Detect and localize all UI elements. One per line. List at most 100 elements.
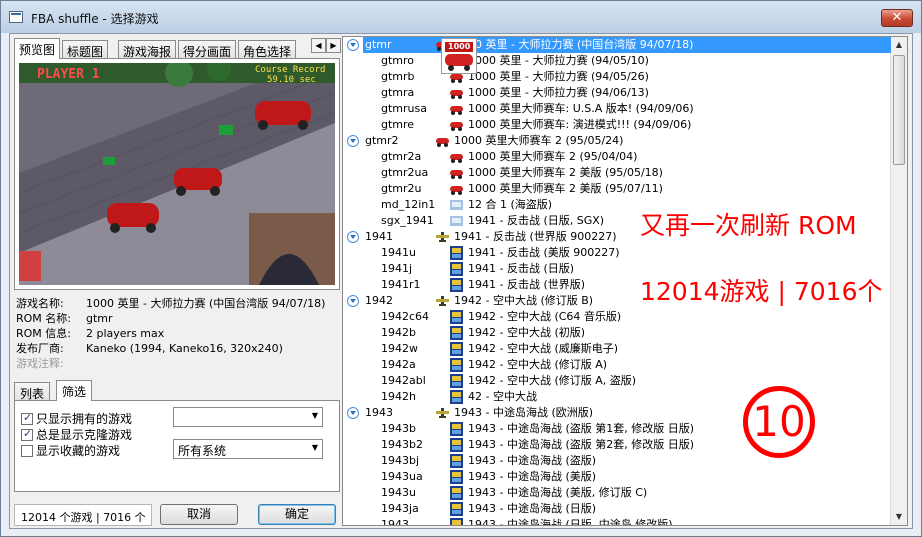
game-title: 1000 英里 - 大师拉力赛 (94/05/10) xyxy=(468,54,649,67)
tree-row[interactable]: 1943bj 1943 - 中途岛海战 (盗版) xyxy=(343,453,891,469)
cancel-button[interactable]: 取消 xyxy=(160,504,238,525)
race-car-icon xyxy=(449,86,464,100)
rom-id: gtmr2u xyxy=(381,182,422,195)
poster-icon xyxy=(449,438,464,452)
title-bar[interactable]: FBA shuffle - 选择游戏 ✕ xyxy=(1,1,921,33)
tree-row[interactable]: gtmr2u 1000 英里大师赛车 2 美版 (95/07/11) xyxy=(343,181,891,197)
game-title: 1941 - 反击战 (日版) xyxy=(468,262,575,275)
tab-score-screen[interactable]: 得分画面 xyxy=(178,40,237,59)
rom-id: 1942w xyxy=(381,342,418,355)
scroll-thumb[interactable] xyxy=(893,55,905,165)
preview-course-text: Course Record xyxy=(255,65,326,75)
game-title: 1942 - 空中大战 (修订版 A, 盗版) xyxy=(468,374,637,387)
tree-row[interactable]: 1942b 1942 - 空中大战 (初版) xyxy=(343,325,891,341)
info-rominfo-label: ROM 信息: xyxy=(16,327,71,340)
ok-button[interactable]: 确定 xyxy=(258,504,336,525)
tree-row[interactable]: 1943u 1943 - 中途岛海战 (美版, 修订版 C) xyxy=(343,485,891,501)
tab-preview[interactable]: 预览图 xyxy=(14,38,61,59)
game-title: 1941 - 反击战 (日版, SGX) xyxy=(468,214,605,227)
game-title: 1000 英里 - 大师拉力赛 (94/06/13) xyxy=(468,86,649,99)
close-button[interactable]: ✕ xyxy=(881,9,913,27)
preview-illustration xyxy=(19,63,335,285)
tree-row[interactable]: 1942c64 1942 - 空中大战 (C64 音乐版) xyxy=(343,309,891,325)
race-car-icon xyxy=(435,134,450,148)
selected-game-icon-label: 1000 xyxy=(448,42,471,51)
vertical-scrollbar[interactable]: ▲ ▼ xyxy=(890,37,907,525)
race-car-icon xyxy=(449,166,464,180)
cartridge-icon xyxy=(449,198,464,212)
plane-icon xyxy=(435,294,450,308)
expand-toggle-icon[interactable] xyxy=(347,135,359,147)
game-title: 1942 - 空中大战 (初版) xyxy=(468,326,586,339)
tree-row[interactable]: gtmr2a 1000 英里大师赛车 2 (95/04/04) xyxy=(343,149,891,165)
rom-id: gtmre xyxy=(381,118,415,131)
info-name-value: 1000 英里 - 大师拉力赛 (中国台湾版 94/07/18) xyxy=(86,297,326,310)
expand-toggle-icon[interactable] xyxy=(347,39,359,51)
tree-row[interactable]: 1942abl 1942 - 空中大战 (修订版 A, 盗版) xyxy=(343,373,891,389)
rom-id: md_12in1 xyxy=(381,198,436,211)
tree-row[interactable]: gtmrb 1000 英里 - 大师拉力赛 (94/05/26) xyxy=(343,69,891,85)
tree-row[interactable]: gtmr2 1000 英里大师赛车 2 (95/05/24) xyxy=(343,133,891,149)
expand-toggle-icon[interactable] xyxy=(347,295,359,307)
rom-id: 1943ja xyxy=(381,502,419,515)
race-car-icon xyxy=(449,118,464,132)
rom-id: gtmr xyxy=(365,38,392,51)
show-clones-row[interactable]: 总是显示克隆游戏 xyxy=(21,426,133,442)
expand-toggle-icon[interactable] xyxy=(347,407,359,419)
overlay-caption-2: 12014游戏 | 7016个 xyxy=(640,277,883,306)
game-preview-image: PLAYER 1 Course Record 59.10 sec xyxy=(19,63,335,285)
game-title: 1000 英里大师赛车 2 (95/05/24) xyxy=(454,134,624,147)
expand-toggle-icon[interactable] xyxy=(347,231,359,243)
rom-id: 1943bj xyxy=(381,454,420,467)
only-owned-checkbox[interactable] xyxy=(21,411,33,425)
tree-row[interactable]: gtmre 1000 英里大师赛车: 演进模式!!! (94/09/06) xyxy=(343,117,891,133)
rom-id: 1942a xyxy=(381,358,416,371)
tree-row[interactable]: gtmr2ua 1000 英里大师赛车 2 美版 (95/05/18) xyxy=(343,165,891,181)
chevron-down-icon: ▼ xyxy=(311,411,318,420)
game-title: 1943 - 中途岛海战 (日版, 中途岛 修改版) xyxy=(468,518,673,526)
rom-id: gtmr2ua xyxy=(381,166,429,179)
tab-poster[interactable]: 游戏海报 xyxy=(118,40,177,59)
tab-list[interactable]: 列表 xyxy=(14,382,51,401)
game-title: 12 合 1 (海盗版) xyxy=(468,198,553,211)
scroll-down-icon[interactable]: ▼ xyxy=(891,509,907,525)
poster-icon xyxy=(449,486,464,500)
only-owned-row[interactable]: 只显示拥有的游戏 xyxy=(21,410,133,426)
filter-combo-1[interactable]: ▼ xyxy=(173,407,323,427)
tree-row[interactable]: gtmra 1000 英里 - 大师拉力赛 (94/06/13) xyxy=(343,85,891,101)
chevron-down-icon: ▼ xyxy=(311,443,318,452)
tree-row[interactable]: 1943ua 1943 - 中途岛海战 (美版) xyxy=(343,469,891,485)
show-favorites-checkbox[interactable] xyxy=(21,445,33,457)
tab-scroll-right-button[interactable]: ▶ xyxy=(326,38,341,53)
tree-row[interactable]: 1943... 1943 - 中途岛海战 (日版, 中途岛 修改版) xyxy=(343,517,891,526)
tab-title-screen[interactable]: 标题图 xyxy=(62,40,109,59)
show-favorites-row[interactable]: 显示收藏的游戏 xyxy=(21,442,120,458)
game-title: 1943 - 中途岛海战 (欧洲版) xyxy=(454,406,594,419)
tree-row[interactable]: 1942a 1942 - 空中大战 (修订版 A) xyxy=(343,357,891,373)
system-select[interactable]: 所有系统 ▼ xyxy=(173,439,323,459)
race-car-icon xyxy=(449,182,464,196)
tab-filter[interactable]: 筛选 xyxy=(56,380,93,401)
only-owned-label: 只显示拥有的游戏 xyxy=(36,412,133,426)
tree-row[interactable]: gtmro 1000 英里 - 大师拉力赛 (94/05/10) xyxy=(343,53,891,69)
tree-row[interactable]: 1941u 1941 - 反击战 (美版 900227) xyxy=(343,245,891,261)
rom-id: 1943u xyxy=(381,486,416,499)
info-maker-label: 发布厂商: xyxy=(16,342,64,355)
tree-row[interactable]: 1942w 1942 - 空中大战 (威廉斯电子) xyxy=(343,341,891,357)
game-title: 1942 - 空中大战 (修订版 A) xyxy=(468,358,608,371)
tree-row[interactable]: gtmr 1000 英里 - 大师拉力赛 (中国台湾版 94/07/18) xyxy=(343,37,891,53)
poster-icon xyxy=(449,422,464,436)
tab-character-select[interactable]: 角色选择 xyxy=(238,40,297,59)
window-title: FBA shuffle - 选择游戏 xyxy=(31,12,159,26)
rom-id: 1942 xyxy=(365,294,393,307)
scroll-up-icon[interactable]: ▲ xyxy=(891,37,907,53)
poster-icon xyxy=(449,326,464,340)
poster-icon xyxy=(449,246,464,260)
show-clones-label: 总是显示克隆游戏 xyxy=(36,428,133,442)
game-count-status: 12014 个游戏 | 7016 个 xyxy=(14,504,152,526)
tree-row[interactable]: 1943ja 1943 - 中途岛海战 (日版) xyxy=(343,501,891,517)
game-title: 1941 - 反击战 (世界版) xyxy=(468,278,586,291)
show-clones-checkbox[interactable] xyxy=(21,427,33,441)
tree-row[interactable]: gtmrusa 1000 英里大师赛车: U.S.A 版本! (94/09/06) xyxy=(343,101,891,117)
tab-scroll-left-button[interactable]: ◀ xyxy=(311,38,326,53)
